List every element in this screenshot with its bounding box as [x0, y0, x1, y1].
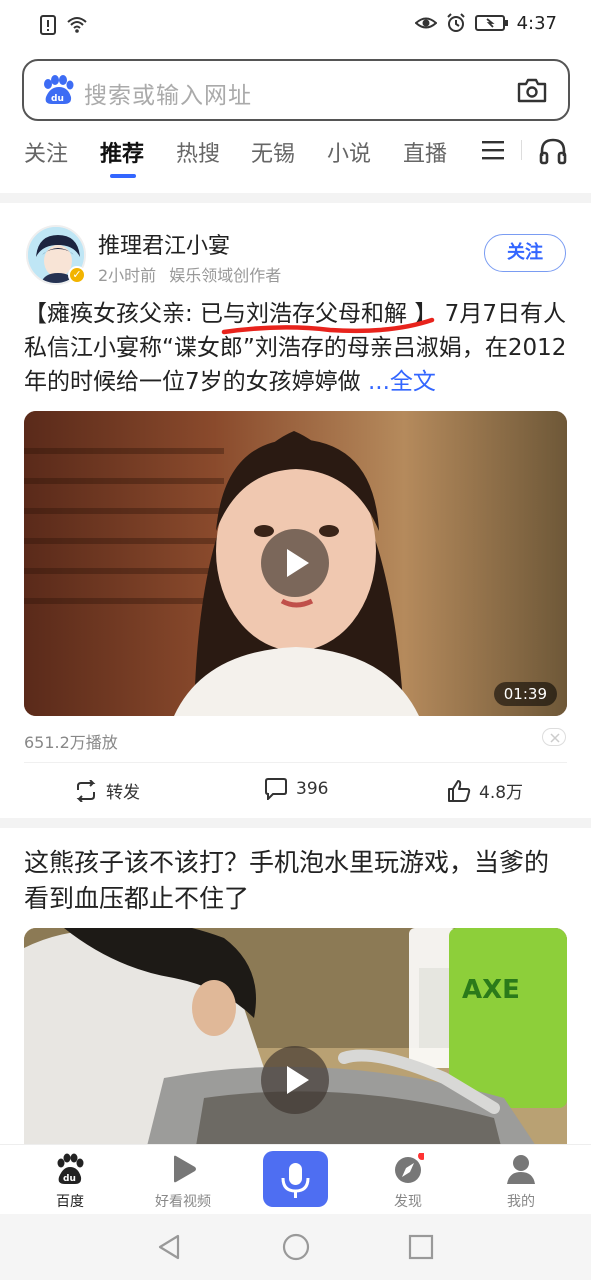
post-actions: 转发 396 4.8万: [0, 770, 591, 810]
post-title[interactable]: 这熊孩子该不该打？手机泡水里玩游戏，当爹的看到血压都止不住了: [24, 845, 569, 917]
post-meta: 2小时前 娱乐领域创作者: [98, 262, 281, 286]
search-bar[interactable]: du 搜索或输入网址: [22, 59, 570, 121]
menu-icon[interactable]: [481, 138, 505, 162]
author-name[interactable]: 推理君江小宴: [98, 228, 230, 260]
home-icon[interactable]: [282, 1233, 310, 1261]
svg-text:AXE: AXE: [462, 975, 520, 1005]
clock: 4:37: [516, 12, 557, 34]
like-count: 4.8万: [479, 783, 524, 803]
camera-icon[interactable]: [516, 76, 548, 104]
video-player[interactable]: AXE: [24, 928, 567, 1158]
tab-live[interactable]: 直播: [403, 136, 447, 168]
svg-text:du: du: [63, 1174, 76, 1184]
video-play-icon: [174, 1155, 196, 1183]
nav-label: 发现: [394, 1194, 422, 1210]
nav-profile[interactable]: 我的: [466, 1145, 576, 1215]
microphone-icon: [281, 1163, 310, 1198]
like-button[interactable]: 4.8万: [447, 778, 523, 803]
baidu-paw-icon: du: [57, 1153, 84, 1184]
play-button[interactable]: [261, 529, 329, 597]
share-button[interactable]: 转发: [74, 778, 140, 803]
eye-icon: [414, 17, 437, 29]
compass-icon: [395, 1153, 424, 1183]
video-duration: 01:39: [493, 682, 557, 706]
follow-button[interactable]: 关注: [484, 234, 566, 272]
comment-icon: [265, 778, 287, 800]
nav-label: 我的: [507, 1194, 535, 1210]
section-divider: [0, 193, 591, 203]
author-description: 娱乐领域创作者: [169, 266, 282, 285]
video-player[interactable]: 01:39: [24, 411, 567, 716]
play-button[interactable]: [261, 1046, 329, 1114]
post-text[interactable]: 【瘫痪女孩父亲: 已与刘浩存父母和解 】 7月7日有人私信江小宴称“谍女郎”刘浩…: [24, 297, 569, 399]
nav-label: 好看视频: [155, 1194, 211, 1210]
headphones-icon[interactable]: [538, 136, 568, 166]
share-label: 转发: [106, 783, 140, 803]
channel-tabs: 关注 推荐 热搜 无锡 小说 直播: [0, 130, 591, 180]
wifi-icon: [67, 17, 87, 33]
repost-icon: [76, 779, 96, 802]
play-icon: [287, 549, 309, 577]
nav-label: 百度: [56, 1194, 84, 1210]
tab-separator: [521, 140, 522, 160]
thumbs-up-icon: [448, 779, 471, 802]
tab-recommend[interactable]: 推荐: [100, 136, 144, 168]
tab-hot-search[interactable]: 热搜: [176, 136, 220, 168]
read-more-link[interactable]: ...全文: [368, 369, 436, 395]
section-divider: [0, 818, 591, 828]
svg-text:du: du: [51, 94, 64, 104]
tab-novel[interactable]: 小说: [327, 136, 371, 168]
nav-haokan-video[interactable]: 好看视频: [128, 1145, 238, 1215]
battery-icon: [474, 15, 508, 31]
voice-search-button[interactable]: [263, 1151, 328, 1207]
tab-wuxi[interactable]: 无锡: [251, 136, 295, 168]
comment-count: 396: [296, 779, 329, 799]
recents-icon[interactable]: [408, 1234, 434, 1260]
verified-badge-icon: ✓: [68, 266, 86, 284]
nav-discover[interactable]: 发现: [353, 1145, 463, 1215]
post-time: 2小时前: [98, 266, 157, 285]
nav-baidu[interactable]: du 百度: [15, 1145, 125, 1215]
tab-follow[interactable]: 关注: [24, 136, 68, 168]
back-icon[interactable]: [156, 1234, 182, 1260]
dislike-close-icon[interactable]: [542, 728, 566, 746]
search-input[interactable]: 搜索或输入网址: [84, 76, 252, 110]
alarm-icon: [446, 13, 465, 32]
comment-button[interactable]: 396: [264, 778, 328, 800]
sim-alert-icon: [40, 15, 56, 35]
user-icon: [507, 1155, 535, 1184]
active-tab-indicator: [110, 174, 136, 178]
play-count: 651.2万播放: [24, 733, 118, 752]
baidu-paw-icon: du: [44, 75, 74, 104]
red-highlight-stroke: [221, 317, 435, 335]
system-navigation-bar: [0, 1214, 591, 1280]
status-bar: 4:37: [0, 0, 591, 48]
action-divider: [24, 762, 567, 763]
play-icon: [287, 1066, 309, 1094]
video-thumbnail: AXE: [24, 928, 567, 1158]
